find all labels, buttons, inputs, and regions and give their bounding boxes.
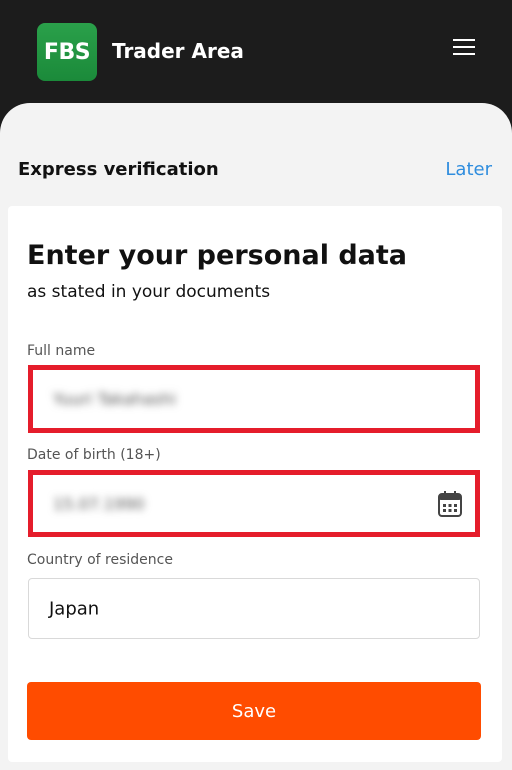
fbs-logo[interactable]: FBS <box>37 23 97 81</box>
country-value: Japan <box>49 598 100 619</box>
date-of-birth-label: Date of birth (18+) <box>27 447 161 463</box>
top-header: FBS Trader Area <box>0 0 512 110</box>
full-name-field[interactable]: Yuuri Takahashi <box>28 365 480 433</box>
form-subtitle: as stated in your documents <box>27 282 271 302</box>
full-name-value: Yuuri Takahashi <box>53 389 176 409</box>
country-label: Country of residence <box>27 552 173 568</box>
verification-subheader: Express verification Later <box>18 158 494 182</box>
full-name-label: Full name <box>27 343 96 359</box>
date-of-birth-field[interactable]: 15.07.1990 <box>28 470 480 537</box>
country-field[interactable]: Japan <box>28 578 480 639</box>
calendar-icon[interactable] <box>437 490 463 518</box>
form-title: Enter your personal data <box>27 240 408 271</box>
express-verification-title: Express verification <box>18 159 219 180</box>
app-title: Trader Area <box>112 39 244 63</box>
personal-data-card: Enter your personal data as stated in yo… <box>8 206 502 762</box>
hamburger-menu-icon[interactable] <box>450 36 480 60</box>
date-of-birth-value: 15.07.1990 <box>53 494 145 513</box>
later-link[interactable]: Later <box>445 158 492 182</box>
save-button[interactable]: Save <box>27 682 481 740</box>
